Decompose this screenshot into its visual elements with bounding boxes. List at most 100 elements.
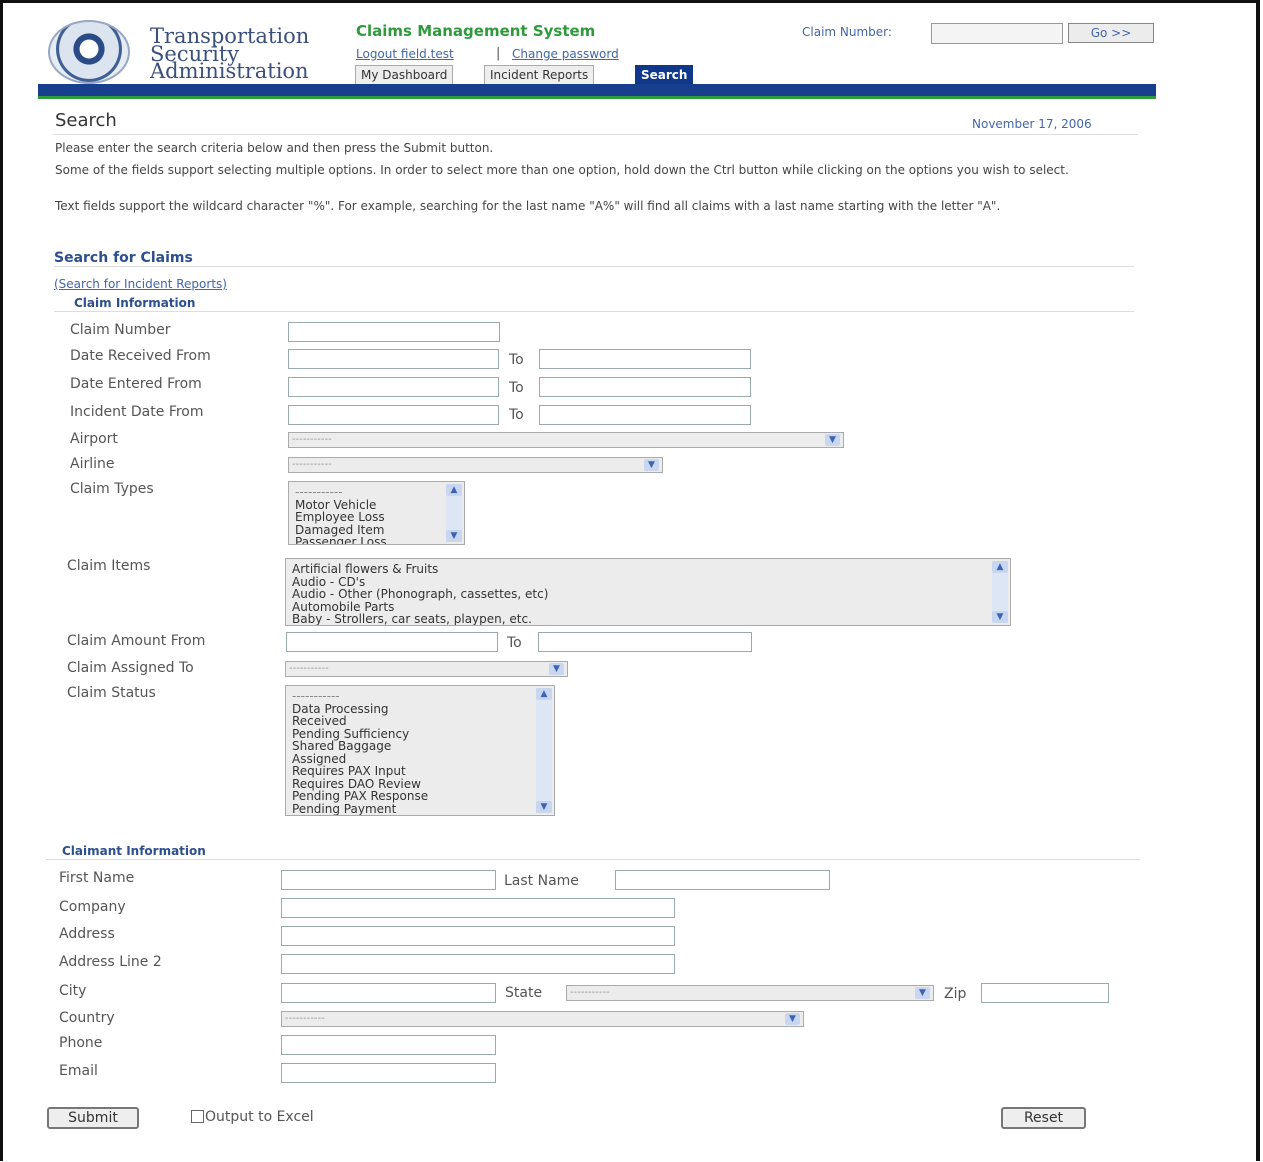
email-input[interactable] xyxy=(281,1063,496,1083)
incident-date-from-input[interactable] xyxy=(288,405,499,425)
airline-label: Airline xyxy=(70,456,115,472)
list-option[interactable]: ----------- xyxy=(292,690,428,703)
app-name: Claims Management System xyxy=(356,22,596,40)
chevron-up-icon[interactable]: ▲ xyxy=(446,484,462,496)
date-entered-label: Date Entered From xyxy=(70,376,202,392)
brand-line-3: Administration xyxy=(150,59,309,83)
date-entered-to-input[interactable] xyxy=(539,377,751,397)
chevron-down-icon[interactable]: ▼ xyxy=(644,459,659,471)
airline-select[interactable]: ----------- ▼ xyxy=(288,457,663,473)
claim-number-field[interactable] xyxy=(288,322,500,342)
chevron-down-icon[interactable]: ▼ xyxy=(992,611,1008,623)
list-option[interactable]: Shared Baggage xyxy=(292,740,428,753)
chevron-down-icon[interactable]: ▼ xyxy=(549,663,564,675)
chevron-down-icon[interactable]: ▼ xyxy=(825,434,840,446)
output-excel-checkbox[interactable] xyxy=(191,1110,204,1123)
last-name-label: Last Name xyxy=(504,873,579,889)
divider xyxy=(54,266,1134,267)
list-option[interactable]: Pending PAX Response xyxy=(292,790,428,803)
address-input[interactable] xyxy=(281,926,675,946)
date-entered-from-input[interactable] xyxy=(288,377,499,397)
incident-date-label: Incident Date From xyxy=(70,404,204,420)
list-option[interactable]: Baby - Strollers, car seats, playpen, et… xyxy=(292,613,548,625)
page-date: November 17, 2006 xyxy=(972,117,1092,131)
chevron-up-icon[interactable]: ▲ xyxy=(992,561,1008,573)
change-password-link[interactable]: Change password xyxy=(512,47,619,61)
phone-input[interactable] xyxy=(281,1035,496,1055)
scrollbar[interactable]: ▲ ▼ xyxy=(992,561,1008,623)
list-option[interactable]: Received xyxy=(292,715,428,728)
claim-items-listbox[interactable]: Artificial flowers & Fruits Audio - CD's… xyxy=(285,558,1011,626)
claim-amount-to-input[interactable] xyxy=(538,632,752,652)
country-label: Country xyxy=(59,1010,115,1026)
list-option[interactable]: Passenger Loss xyxy=(295,536,387,544)
divider xyxy=(46,859,1140,860)
city-input[interactable] xyxy=(281,983,496,1003)
chevron-down-icon[interactable]: ▼ xyxy=(446,530,462,542)
claim-amount-from-input[interactable] xyxy=(286,632,498,652)
date-received-label: Date Received From xyxy=(70,348,211,364)
claim-types-listbox[interactable]: ----------- Motor Vehicle Employee Loss … xyxy=(288,481,465,545)
submit-button[interactable]: Submit xyxy=(47,1107,139,1129)
date-received-from-input[interactable] xyxy=(288,349,499,369)
email-label: Email xyxy=(59,1063,98,1079)
airport-label: Airport xyxy=(70,431,118,447)
first-name-label: First Name xyxy=(59,870,135,886)
divider xyxy=(54,311,1134,312)
address-line-2-label: Address Line 2 xyxy=(59,954,162,970)
country-select[interactable]: ----------- ▼ xyxy=(281,1011,804,1027)
state-select[interactable]: ----------- ▼ xyxy=(566,985,934,1001)
reset-button[interactable]: Reset xyxy=(1001,1107,1086,1129)
claim-number-field-label: Claim Number xyxy=(70,322,171,338)
tab-search[interactable]: Search xyxy=(635,65,694,84)
claim-items-label: Claim Items xyxy=(67,558,151,574)
to-label: To xyxy=(509,352,524,368)
list-option[interactable]: ----------- xyxy=(295,486,387,499)
select-value: ----------- xyxy=(289,663,329,674)
page-title: Search xyxy=(55,110,117,131)
incident-date-to-input[interactable] xyxy=(539,405,751,425)
phone-label: Phone xyxy=(59,1035,103,1051)
claimant-information-heading: Claimant Information xyxy=(62,844,206,858)
company-input[interactable] xyxy=(281,898,675,918)
to-label: To xyxy=(509,407,524,423)
tab-my-dashboard[interactable]: My Dashboard xyxy=(355,65,454,84)
search-claims-heading: Search for Claims xyxy=(54,250,193,266)
select-value: ----------- xyxy=(292,434,332,445)
claim-number-input[interactable] xyxy=(931,23,1063,44)
last-name-input[interactable] xyxy=(615,870,830,890)
instruction-3: Text fields support the wildcard charact… xyxy=(55,199,1001,213)
first-name-input[interactable] xyxy=(281,870,496,890)
select-value: ----------- xyxy=(570,987,610,998)
nav-bar xyxy=(38,84,1156,99)
to-label: To xyxy=(509,380,524,396)
logout-link[interactable]: Logout field.test xyxy=(356,47,454,61)
airport-select[interactable]: ----------- ▼ xyxy=(288,432,844,448)
to-label: To xyxy=(507,635,522,651)
date-received-to-input[interactable] xyxy=(539,349,751,369)
list-option[interactable]: Audio - Other (Phonograph, cassettes, et… xyxy=(292,588,548,601)
scrollbar[interactable]: ▲ ▼ xyxy=(536,688,552,813)
instruction-2: Some of the fields support selecting mul… xyxy=(55,163,1069,177)
list-option[interactable]: Requires PAX Input xyxy=(292,765,428,778)
select-value: ----------- xyxy=(285,1013,325,1024)
list-option[interactable]: Pending Payment xyxy=(292,802,428,816)
list-option[interactable]: Employee Loss xyxy=(295,511,387,524)
chevron-down-icon[interactable]: ▼ xyxy=(785,1013,800,1025)
claim-assigned-to-select[interactable]: ----------- ▼ xyxy=(285,661,568,677)
search-incident-reports-link[interactable]: (Search for Incident Reports) xyxy=(54,277,227,291)
chevron-down-icon[interactable]: ▼ xyxy=(536,801,552,813)
scrollbar[interactable]: ▲ ▼ xyxy=(446,484,462,542)
claim-number-label: Claim Number: xyxy=(802,25,892,39)
chevron-down-icon[interactable]: ▼ xyxy=(915,987,930,999)
claim-status-listbox[interactable]: ----------- Data Processing Received Pen… xyxy=(285,685,555,816)
tab-incident-reports[interactable]: Incident Reports xyxy=(484,65,595,84)
city-label: City xyxy=(59,983,87,999)
go-button[interactable]: Go >> xyxy=(1068,23,1154,43)
chevron-up-icon[interactable]: ▲ xyxy=(536,688,552,700)
select-value: ----------- xyxy=(292,459,332,470)
address-line-2-input[interactable] xyxy=(281,954,675,974)
list-option[interactable]: Artificial flowers & Fruits xyxy=(292,563,548,576)
zip-input[interactable] xyxy=(981,983,1109,1003)
claim-status-label: Claim Status xyxy=(67,685,156,701)
